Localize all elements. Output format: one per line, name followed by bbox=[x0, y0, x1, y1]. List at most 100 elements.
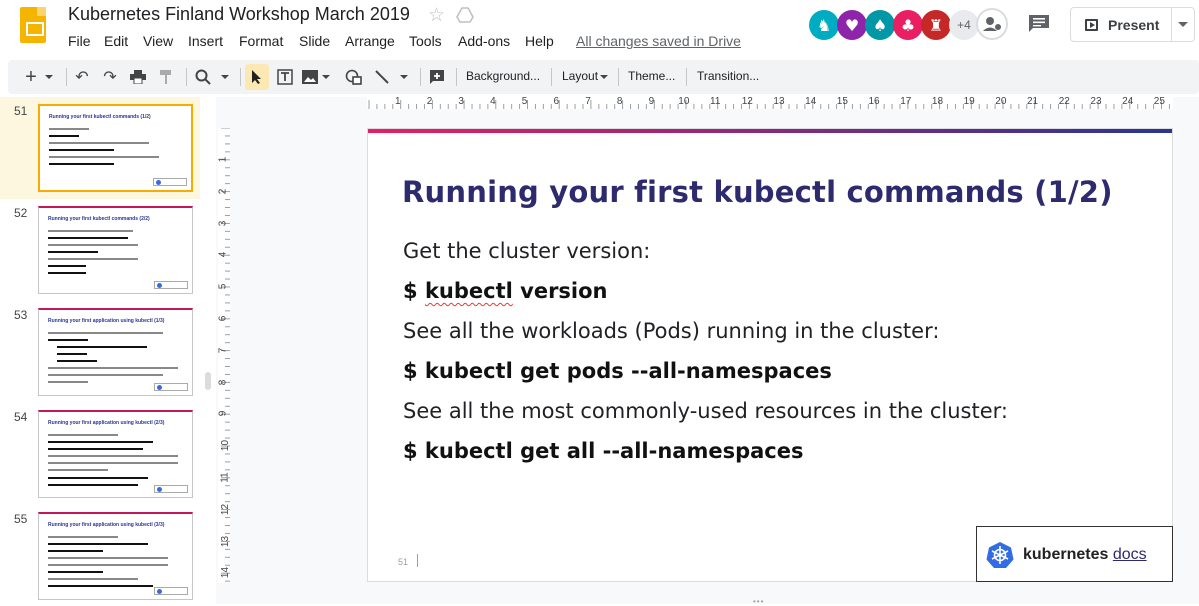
slide-text-line[interactable]: See all the workloads (Pods) running in … bbox=[403, 319, 939, 343]
zoom-icon[interactable] bbox=[192, 60, 232, 94]
star-icon[interactable]: ☆ bbox=[428, 4, 445, 27]
menu-addons[interactable]: Add-ons bbox=[458, 33, 510, 49]
ruler-label: 4 bbox=[490, 96, 496, 107]
ruler-label: 20 bbox=[995, 96, 1007, 107]
kubernetes-docs-badge[interactable]: kubernetes docs bbox=[976, 526, 1173, 582]
slide-thumbnail[interactable]: Running your first kubectl commands (2/2… bbox=[38, 206, 193, 294]
slide-title[interactable]: Running your first kubectl commands (1/2… bbox=[402, 175, 1113, 209]
chevron-down-icon[interactable] bbox=[1178, 22, 1188, 27]
document-title[interactable]: Kubernetes Finland Workshop March 2019 bbox=[68, 4, 410, 25]
undo-icon[interactable]: ↶ bbox=[71, 60, 93, 94]
ruler-label: 2 bbox=[217, 188, 229, 195]
new-slide-icon[interactable]: + bbox=[22, 60, 56, 94]
background-button[interactable]: Background... bbox=[466, 69, 540, 83]
shape-icon[interactable] bbox=[343, 60, 365, 94]
ruler-label: 25 bbox=[1153, 96, 1165, 107]
brand-text: kubernetes bbox=[1023, 546, 1109, 563]
horizontal-ruler[interactable]: 1 2 3 4 5 6 7 8 9 10 11 12 13 14 15 16 17 18 19 20 21 22 23 24 2… bbox=[367, 96, 1173, 109]
slides-logo-icon[interactable] bbox=[20, 7, 46, 43]
slide-text-line[interactable]: Get the cluster version: bbox=[403, 239, 650, 263]
people-icon[interactable] bbox=[976, 8, 1008, 40]
slide-command-line[interactable]: $ kubectl version bbox=[403, 279, 608, 303]
menu-help[interactable]: Help bbox=[525, 33, 554, 49]
print-icon[interactable] bbox=[127, 60, 149, 94]
slide-number: 55 bbox=[14, 512, 28, 526]
toolbar: + ↶ ↷ Background... Layout Theme... Tran… bbox=[8, 60, 1199, 94]
thumbnail-title: Running your first kubectl commands (2/2… bbox=[48, 216, 150, 222]
filmstrip-scrollbar[interactable] bbox=[205, 372, 211, 390]
ruler-label: 1 bbox=[217, 156, 229, 163]
ruler-label: 9 bbox=[648, 96, 655, 107]
present-label: Present bbox=[1108, 17, 1160, 33]
move-to-drive-icon[interactable] bbox=[456, 7, 474, 23]
ruler-label: 19 bbox=[963, 96, 975, 107]
paint-format-icon[interactable] bbox=[156, 60, 176, 94]
docs-link[interactable]: docs bbox=[1113, 546, 1147, 563]
menu-insert[interactable]: Insert bbox=[188, 33, 223, 49]
text-box-icon[interactable] bbox=[275, 60, 295, 94]
collaborator-avatar[interactable]: ♥ bbox=[837, 10, 867, 40]
ruler-label: 12 bbox=[741, 96, 753, 107]
theme-button[interactable]: Theme... bbox=[628, 69, 675, 83]
thumbnail-title: Running your first application using kub… bbox=[48, 522, 165, 528]
slide-thumbnail[interactable]: Running your first application using kub… bbox=[38, 512, 193, 600]
kubernetes-logo-icon bbox=[986, 542, 1014, 568]
ruler-label: 21 bbox=[1027, 96, 1039, 107]
ruler-label: 7 bbox=[585, 96, 591, 107]
more-collaborators-badge[interactable]: +4 bbox=[949, 10, 979, 40]
thumbnail-title: Running your first kubectl commands (1/2… bbox=[49, 114, 151, 120]
slide-thumbnail[interactable]: Running your first kubectl commands (1/2… bbox=[38, 104, 193, 192]
app-header: Kubernetes Finland Workshop March 2019 ☆… bbox=[0, 0, 1199, 60]
ruler-label: 8 bbox=[616, 96, 623, 107]
slide-command-line[interactable]: $ kubectl get all --all-namespaces bbox=[403, 439, 803, 463]
menu-view[interactable]: View bbox=[143, 33, 173, 49]
save-status[interactable]: All changes saved in Drive bbox=[576, 33, 741, 49]
image-icon[interactable] bbox=[301, 60, 331, 94]
ruler-label: 12 bbox=[220, 503, 232, 515]
collaborator-avatar[interactable]: ♜ bbox=[921, 10, 951, 40]
current-slide[interactable]: Running your first kubectl commands (1/2… bbox=[367, 128, 1173, 582]
ruler-label: 6 bbox=[553, 96, 560, 107]
ruler-label: 15 bbox=[836, 96, 848, 107]
slide-thumbnail[interactable]: Running your first application using kub… bbox=[38, 410, 193, 498]
ruler-label: 13 bbox=[773, 96, 785, 107]
menu-file[interactable]: File bbox=[68, 33, 91, 49]
slide-thumbnail[interactable]: Running your first application using kub… bbox=[38, 308, 193, 396]
slide-number: 52 bbox=[14, 206, 28, 220]
menu-edit[interactable]: Edit bbox=[104, 33, 128, 49]
redo-icon[interactable]: ↷ bbox=[99, 60, 121, 94]
menu-tools[interactable]: Tools bbox=[409, 33, 442, 49]
layout-label: Layout bbox=[562, 69, 599, 83]
ruler-label: 14 bbox=[805, 96, 817, 107]
slide-number: 53 bbox=[14, 308, 28, 322]
ruler-label: 7 bbox=[217, 347, 229, 354]
layout-button[interactable]: Layout bbox=[562, 69, 609, 83]
ruler-label: 5 bbox=[217, 283, 229, 290]
ruler-label: 22 bbox=[1058, 96, 1070, 107]
ruler-label: 4 bbox=[217, 252, 229, 258]
collaborator-avatar[interactable]: ♞ bbox=[809, 10, 839, 40]
slide-filmstrip: 51 Running your first kubectl commands (… bbox=[0, 97, 215, 604]
present-button[interactable]: Present bbox=[1070, 7, 1195, 42]
menu-format[interactable]: Format bbox=[239, 33, 283, 49]
speaker-notes-resize-handle[interactable]: ••• bbox=[753, 597, 764, 606]
transition-button[interactable]: Transition... bbox=[697, 69, 759, 83]
menu-slide[interactable]: Slide bbox=[299, 33, 330, 49]
slide-command-line[interactable]: $ kubectl get pods --all-namespaces bbox=[403, 359, 832, 383]
line-icon[interactable] bbox=[371, 60, 411, 94]
comments-icon[interactable] bbox=[1028, 14, 1050, 32]
ruler-label: 16 bbox=[868, 96, 880, 107]
collaborator-avatar[interactable]: ♠ bbox=[865, 10, 895, 40]
add-comment-icon[interactable] bbox=[426, 60, 448, 94]
vertical-ruler[interactable]: 1 2 3 4 5 6 7 8 9 10 11 12 13 14 bbox=[217, 128, 232, 583]
ruler-label: 17 bbox=[900, 96, 912, 107]
slide-page-number: 51 bbox=[398, 557, 409, 567]
select-tool-icon[interactable] bbox=[245, 64, 269, 90]
slide-text-line[interactable]: See all the most commonly-used resources… bbox=[403, 399, 1008, 423]
ruler-label: 11 bbox=[710, 96, 721, 107]
slide-accent-bar bbox=[368, 129, 1172, 133]
thumbnail-title: Running your first application using kub… bbox=[48, 420, 165, 426]
ruler-label: 5 bbox=[521, 96, 528, 107]
collaborator-avatar[interactable]: ♣ bbox=[893, 10, 923, 40]
menu-arrange[interactable]: Arrange bbox=[345, 33, 395, 49]
